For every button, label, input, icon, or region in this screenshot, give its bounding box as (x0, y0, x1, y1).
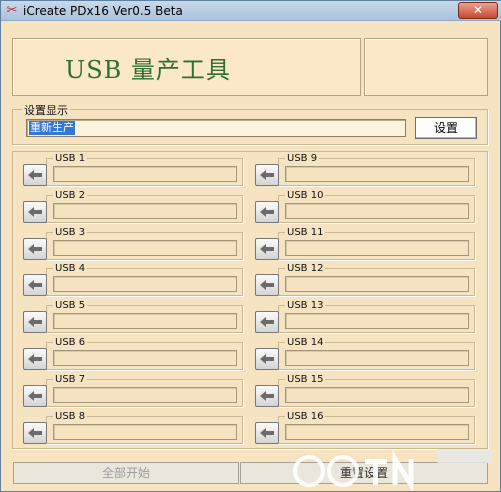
reset-settings-button[interactable]: 重置设置 (240, 462, 488, 484)
port-action-button[interactable] (255, 237, 279, 260)
port-status-field (285, 386, 469, 403)
port-action-button[interactable] (255, 421, 279, 444)
port-status-field (53, 239, 237, 256)
port-label: USB 9 (285, 153, 320, 164)
port-action-button[interactable] (23, 384, 47, 407)
port-status-field (285, 202, 469, 219)
port-status-field (53, 276, 237, 293)
port-status-field (53, 313, 237, 330)
usb-port-3: USB 3 (23, 226, 243, 260)
port-action-button[interactable] (255, 200, 279, 223)
port-status-field (285, 313, 469, 330)
arrow-left-icon (260, 390, 274, 401)
port-status-field (285, 276, 469, 293)
usb-port-4: USB 4 (23, 263, 243, 297)
port-action-button[interactable] (255, 384, 279, 407)
settings-display-value: 重新生产 (29, 121, 75, 135)
port-action-button[interactable] (255, 164, 279, 186)
arrow-left-icon (260, 317, 274, 328)
usb-port-1: USB 1 (23, 153, 243, 186)
arrow-left-icon (28, 390, 42, 401)
window-title: iCreate PDx16 Ver0.5 Beta (23, 4, 183, 18)
close-icon: ✕ (472, 3, 484, 17)
port-label: USB 11 (285, 226, 326, 238)
port-action-button[interactable] (255, 274, 279, 297)
usb-port-6: USB 6 (23, 337, 243, 370)
port-label: USB 15 (285, 373, 326, 385)
settings-group-label: 设置显示 (22, 102, 70, 118)
port-action-button[interactable] (255, 311, 279, 334)
header-side-panel (364, 38, 488, 96)
port-label: USB 14 (285, 337, 326, 348)
port-status-field (285, 423, 469, 440)
port-label: USB 10 (285, 189, 326, 201)
usb-port-13: USB 13 (255, 300, 475, 334)
port-action-button[interactable] (23, 200, 47, 223)
usb-port-9: USB 9 (255, 153, 475, 186)
page-title: USB 量产工具 (65, 56, 231, 84)
arrow-left-icon (28, 170, 42, 180)
port-label: USB 4 (53, 263, 88, 275)
port-label: USB 16 (285, 410, 326, 422)
arrow-left-icon (28, 354, 42, 364)
arrow-left-icon (28, 280, 42, 291)
port-label: USB 12 (285, 263, 326, 275)
port-label: USB 7 (53, 373, 88, 385)
port-label: USB 5 (53, 300, 88, 312)
port-label: USB 8 (53, 410, 88, 422)
title-bar[interactable]: ✂ iCreate PDx16 Ver0.5 Beta ✕ (1, 1, 501, 21)
arrow-left-icon (28, 427, 42, 438)
app-window: ✂ iCreate PDx16 Ver0.5 Beta ✕ USB 量产工具 设… (0, 0, 501, 492)
usb-port-7: USB 7 (23, 373, 243, 407)
arrow-left-icon (260, 243, 274, 254)
port-action-button[interactable] (23, 421, 47, 444)
usb-port-5: USB 5 (23, 300, 243, 334)
settings-display-field[interactable]: 重新生产 (26, 119, 406, 137)
port-action-button[interactable] (23, 237, 47, 260)
usb-port-10: USB 10 (255, 189, 475, 223)
port-action-button[interactable] (23, 164, 47, 186)
port-label: USB 1 (53, 153, 88, 164)
port-label: USB 6 (53, 337, 88, 348)
port-action-button[interactable] (23, 311, 47, 334)
port-status-field (53, 166, 237, 182)
usb-port-15: USB 15 (255, 373, 475, 407)
port-action-button[interactable] (255, 348, 279, 370)
port-action-button[interactable] (23, 274, 47, 297)
port-label: USB 2 (53, 189, 88, 201)
arrow-left-icon (28, 206, 42, 217)
arrow-left-icon (260, 354, 274, 364)
settings-button[interactable]: 设置 (415, 117, 477, 139)
usb-port-14: USB 14 (255, 337, 475, 370)
arrow-left-icon (260, 427, 274, 438)
start-all-button[interactable]: 全部开始 (13, 462, 239, 484)
close-button[interactable]: ✕ (458, 2, 498, 19)
port-label: USB 13 (285, 300, 326, 312)
arrow-left-icon (260, 206, 274, 217)
usb-port-8: USB 8 (23, 410, 243, 444)
port-status-field (53, 350, 237, 366)
arrow-left-icon (28, 243, 42, 254)
usb-port-12: USB 12 (255, 263, 475, 297)
port-status-field (285, 239, 469, 256)
port-status-field (285, 350, 469, 366)
arrow-left-icon (260, 280, 274, 291)
port-status-field (53, 386, 237, 403)
port-action-button[interactable] (23, 348, 47, 370)
scissors-icon: ✂ (6, 3, 18, 18)
port-label: USB 3 (53, 226, 88, 238)
port-status-field (53, 423, 237, 440)
usb-port-11: USB 11 (255, 226, 475, 260)
port-status-field (285, 166, 469, 182)
usb-port-16: USB 16 (255, 410, 475, 444)
header-banner: USB 量产工具 (12, 38, 361, 96)
port-status-field (53, 202, 237, 219)
arrow-left-icon (260, 170, 274, 180)
usb-port-2: USB 2 (23, 189, 243, 223)
arrow-left-icon (28, 317, 42, 328)
